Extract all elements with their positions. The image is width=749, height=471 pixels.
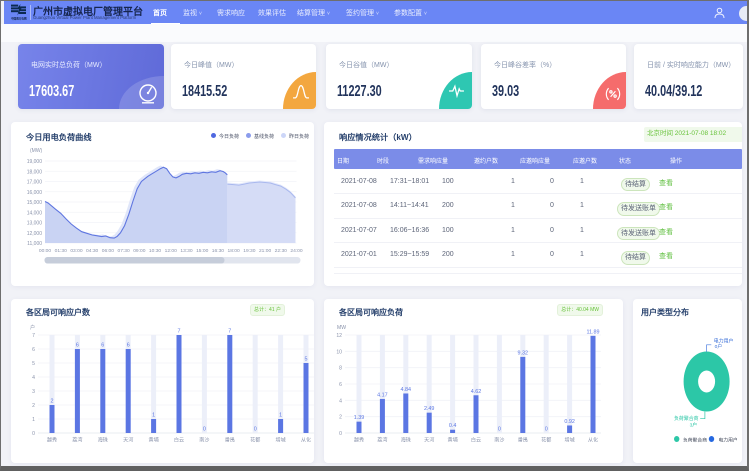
svg-text:19,000: 19,000 — [27, 159, 43, 165]
svg-text:00:00: 00:00 — [39, 248, 52, 254]
svg-text:南沙: 南沙 — [494, 437, 504, 444]
svg-text:电力用户: 电力用户 — [719, 436, 738, 443]
svg-text:3: 3 — [32, 389, 35, 395]
svg-text:6: 6 — [101, 343, 104, 349]
svg-text:电力用户: 电力用户 — [714, 337, 734, 344]
svg-text:22:30: 22:30 — [275, 248, 288, 254]
svg-text:番禺: 番禺 — [518, 437, 528, 444]
svg-text:1: 1 — [32, 417, 35, 423]
svg-text:12,000: 12,000 — [27, 231, 43, 237]
svg-text:越秀: 越秀 — [47, 437, 57, 444]
svg-text:海珠: 海珠 — [98, 437, 108, 444]
svg-text:6: 6 — [339, 382, 342, 388]
svg-text:2: 2 — [51, 399, 54, 405]
svg-text:花都: 花都 — [541, 437, 551, 444]
svg-text:4: 4 — [32, 375, 35, 381]
svg-text:0.4: 0.4 — [449, 423, 457, 429]
svg-text:(MW): (MW) — [30, 148, 43, 154]
svg-text:0: 0 — [339, 431, 342, 437]
svg-text:24:00: 24:00 — [290, 248, 303, 254]
svg-text:07:30: 07:30 — [117, 248, 130, 254]
svg-text:越秀: 越秀 — [354, 437, 364, 444]
svg-text:21:00: 21:00 — [259, 248, 272, 254]
svg-text:海珠: 海珠 — [401, 437, 411, 444]
svg-text:11.89: 11.89 — [586, 329, 599, 335]
svg-text:从化: 从化 — [588, 437, 598, 444]
svg-text:3户: 3户 — [690, 421, 698, 428]
svg-text:7: 7 — [178, 329, 181, 335]
svg-text:0.92: 0.92 — [564, 419, 575, 425]
svg-text:8: 8 — [339, 366, 342, 372]
svg-text:6: 6 — [76, 343, 79, 349]
svg-text:10: 10 — [336, 349, 342, 355]
svg-text:13,000: 13,000 — [27, 221, 43, 227]
svg-text:16:30: 16:30 — [212, 248, 225, 254]
svg-text:增城: 增城 — [564, 437, 574, 444]
svg-text:MW: MW — [337, 325, 346, 331]
svg-text:2: 2 — [339, 415, 342, 421]
svg-text:14,000: 14,000 — [27, 210, 43, 216]
svg-text:0: 0 — [254, 427, 257, 433]
svg-text:4: 4 — [339, 398, 342, 404]
svg-text:负荷聚合商: 负荷聚合商 — [683, 436, 707, 443]
svg-text:06:00: 06:00 — [102, 248, 115, 254]
svg-text:南沙: 南沙 — [199, 437, 209, 444]
svg-text:15:00: 15:00 — [196, 248, 209, 254]
svg-text:10:30: 10:30 — [149, 248, 162, 254]
svg-text:黄埔: 黄埔 — [148, 437, 158, 444]
svg-text:负荷聚合商: 负荷聚合商 — [674, 415, 699, 422]
svg-text:5: 5 — [32, 361, 35, 367]
svg-text:19:30: 19:30 — [243, 248, 256, 254]
svg-text:1.39: 1.39 — [354, 415, 365, 421]
svg-text:荔湾: 荔湾 — [72, 437, 82, 444]
svg-text:6: 6 — [32, 347, 35, 353]
svg-text:13:30: 13:30 — [180, 248, 193, 254]
svg-text:15,000: 15,000 — [27, 200, 43, 206]
svg-text:天河: 天河 — [424, 437, 434, 444]
svg-text:0: 0 — [545, 427, 548, 433]
svg-text:2: 2 — [32, 403, 35, 409]
svg-text:12: 12 — [336, 333, 342, 339]
svg-text:黄埔: 黄埔 — [447, 437, 457, 444]
svg-text:0户: 0户 — [715, 343, 723, 350]
svg-text:18,000: 18,000 — [27, 169, 43, 175]
svg-text:17,000: 17,000 — [27, 180, 43, 186]
svg-text:04:30: 04:30 — [86, 248, 99, 254]
svg-text:户: 户 — [30, 324, 35, 331]
svg-text:09:00: 09:00 — [133, 248, 146, 254]
svg-text:6: 6 — [127, 343, 130, 349]
svg-text:03:00: 03:00 — [70, 248, 83, 254]
svg-text:4.62: 4.62 — [471, 389, 482, 395]
svg-text:荔湾: 荔湾 — [377, 437, 387, 444]
svg-text:从化: 从化 — [301, 437, 311, 444]
svg-text:18:00: 18:00 — [228, 248, 241, 254]
svg-text:天河: 天河 — [123, 437, 133, 444]
svg-text:4.84: 4.84 — [401, 387, 412, 393]
svg-text:白云: 白云 — [471, 437, 481, 444]
svg-text:增城: 增城 — [275, 437, 285, 444]
svg-text:7: 7 — [228, 329, 231, 335]
svg-text:9.32: 9.32 — [518, 350, 529, 356]
svg-text:5: 5 — [305, 357, 308, 363]
svg-text:1: 1 — [279, 413, 282, 419]
svg-text:花都: 花都 — [250, 437, 260, 444]
svg-text:7: 7 — [32, 333, 35, 339]
svg-text:番禺: 番禺 — [225, 437, 235, 444]
svg-text:0: 0 — [498, 427, 501, 433]
svg-text:4.17: 4.17 — [377, 392, 388, 398]
svg-text:11,000: 11,000 — [27, 241, 42, 247]
svg-text:白云: 白云 — [174, 437, 184, 444]
svg-text:12:00: 12:00 — [165, 248, 178, 254]
svg-text:16,000: 16,000 — [27, 190, 43, 196]
svg-text:01:30: 01:30 — [55, 248, 68, 254]
svg-text:1: 1 — [152, 413, 155, 419]
svg-text:2.49: 2.49 — [424, 406, 435, 412]
svg-text:0: 0 — [32, 431, 35, 437]
svg-text:0: 0 — [203, 427, 206, 433]
